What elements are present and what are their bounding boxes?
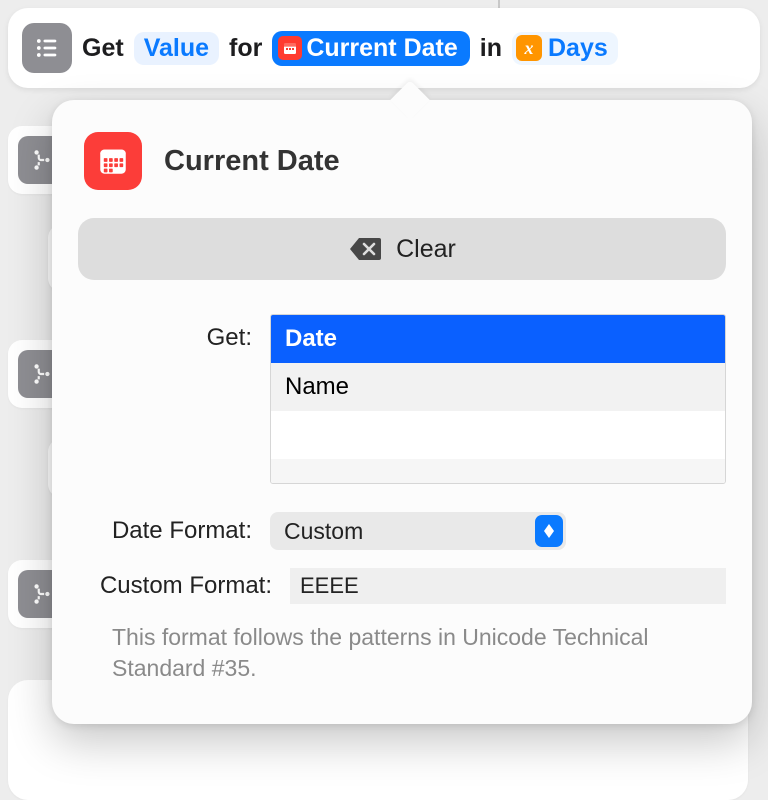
date-format-row: Date Format: Custom bbox=[78, 512, 726, 550]
help-text: This format follows the patterns in Unic… bbox=[112, 622, 672, 684]
variable-icon: x bbox=[516, 35, 542, 61]
calendar-icon bbox=[278, 36, 302, 60]
date-format-label: Date Format: bbox=[78, 517, 270, 545]
current-date-label: Current Date bbox=[306, 34, 457, 63]
clear-label: Clear bbox=[396, 235, 456, 264]
variable-popover: Current Date Clear Get: Date Name Date F… bbox=[52, 100, 752, 724]
days-label: Days bbox=[548, 34, 608, 63]
action-text-for: for bbox=[229, 34, 262, 63]
popover-title: Current Date bbox=[164, 145, 340, 178]
popover-header: Current Date bbox=[84, 132, 726, 190]
days-token[interactable]: x Days bbox=[512, 32, 618, 65]
get-option-empty bbox=[271, 459, 725, 483]
action-text-get: Get bbox=[82, 34, 124, 63]
get-listbox[interactable]: Date Name bbox=[270, 314, 726, 484]
custom-format-label: Custom Format: bbox=[78, 572, 290, 600]
get-label: Get: bbox=[78, 314, 270, 352]
clear-button[interactable]: Clear bbox=[78, 218, 726, 280]
delete-icon bbox=[348, 236, 382, 262]
get-option-date[interactable]: Date bbox=[271, 315, 725, 363]
get-row: Get: Date Name bbox=[78, 314, 726, 484]
list-icon bbox=[22, 23, 72, 73]
calendar-icon bbox=[84, 132, 142, 190]
date-format-value[interactable]: Custom bbox=[270, 512, 566, 550]
action-bar: Get Value for Current Date in x Days bbox=[8, 8, 760, 88]
current-date-token[interactable]: Current Date bbox=[272, 31, 469, 66]
value-token[interactable]: Value bbox=[134, 32, 219, 65]
get-option-empty bbox=[271, 411, 725, 459]
action-text-in: in bbox=[480, 34, 502, 63]
custom-format-row: Custom Format: bbox=[78, 568, 726, 604]
date-format-select[interactable]: Custom bbox=[270, 512, 566, 550]
custom-format-input[interactable] bbox=[290, 568, 726, 604]
get-option-name[interactable]: Name bbox=[271, 363, 725, 411]
select-arrows-icon bbox=[535, 515, 563, 547]
